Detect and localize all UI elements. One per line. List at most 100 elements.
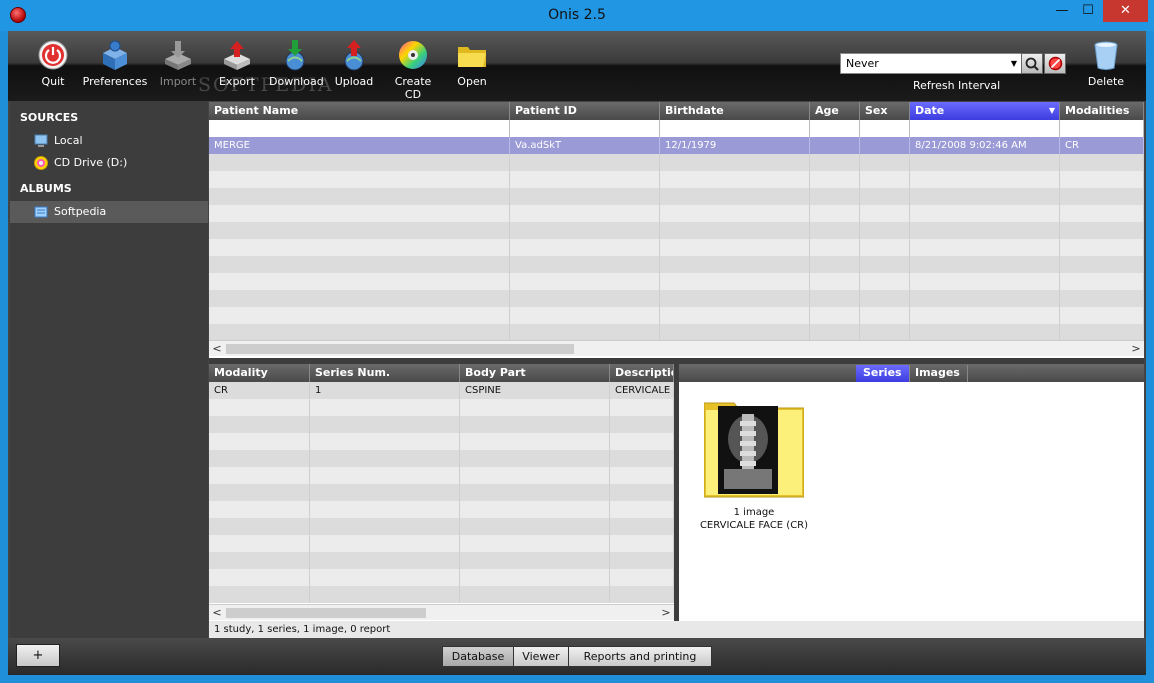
table-row[interactable]: CR 1 CSPINE CERVICALE <box>209 382 674 399</box>
table-cell <box>460 569 610 586</box>
table-cell <box>510 256 660 273</box>
empty-row[interactable] <box>209 535 674 552</box>
search-button[interactable] <box>1021 53 1043 74</box>
filter-cell[interactable] <box>910 120 1060 137</box>
table-cell <box>660 188 810 205</box>
empty-row[interactable] <box>209 188 1144 205</box>
column-age[interactable]: Age <box>810 102 860 120</box>
upload-button[interactable]: Upload <box>332 39 376 88</box>
scroll-left-icon[interactable]: < <box>209 605 225 621</box>
create-cd-button[interactable]: Create CD <box>386 39 440 101</box>
table-cell <box>810 188 860 205</box>
empty-row[interactable] <box>209 205 1144 222</box>
column-sex[interactable]: Sex <box>860 102 910 120</box>
quit-button[interactable]: Quit <box>34 39 72 88</box>
refresh-interval-select[interactable]: Never ▼ <box>840 53 1022 74</box>
filter-cell[interactable] <box>209 120 510 137</box>
empty-row[interactable] <box>209 154 1144 171</box>
tab-series[interactable]: Series <box>856 365 910 382</box>
empty-row[interactable] <box>209 484 674 501</box>
scrollbar-thumb[interactable] <box>226 344 574 354</box>
column-modalities[interactable]: Modalities <box>1060 102 1144 120</box>
import-button[interactable]: Import <box>156 39 200 88</box>
column-patient-name[interactable]: Patient Name <box>209 102 510 120</box>
scroll-left-icon[interactable]: < <box>209 341 225 357</box>
column-description[interactable]: Descriptio <box>610 364 674 382</box>
sidebar-item-softpedia[interactable]: Softpedia <box>10 201 208 223</box>
close-button[interactable]: ✕ <box>1103 0 1148 22</box>
table-cell <box>209 171 510 188</box>
column-modality[interactable]: Modality <box>209 364 310 382</box>
scrollbar-thumb[interactable] <box>226 608 426 618</box>
create-cd-label: Create CD <box>394 75 432 101</box>
studies-horizontal-scrollbar[interactable]: < > <box>209 340 1144 356</box>
empty-row[interactable] <box>209 501 674 518</box>
preferences-button[interactable]: Preferences <box>80 39 150 88</box>
filter-cell[interactable] <box>1060 120 1144 137</box>
empty-row[interactable] <box>209 256 1144 273</box>
column-series-num[interactable]: Series Num. <box>310 364 460 382</box>
sidebar-item-cd-drive[interactable]: CD Drive (D:) <box>10 152 208 174</box>
table-row[interactable]: MERGE Va.adSkT 12/1/1979 8/21/2008 9:02:46 … <box>209 137 1144 154</box>
empty-row[interactable] <box>209 450 674 467</box>
import-icon <box>162 39 194 71</box>
sidebar-item-local[interactable]: Local <box>10 130 208 152</box>
empty-row[interactable] <box>209 290 1144 307</box>
table-cell <box>660 222 810 239</box>
table-cell <box>460 399 610 416</box>
filter-row[interactable] <box>209 120 1144 137</box>
empty-row[interactable] <box>209 552 674 569</box>
empty-row[interactable] <box>209 586 674 603</box>
empty-row[interactable] <box>209 433 674 450</box>
scroll-right-icon[interactable]: > <box>658 605 674 621</box>
column-birthdate[interactable]: Birthdate <box>660 102 810 120</box>
table-cell <box>860 324 910 341</box>
empty-row[interactable] <box>209 171 1144 188</box>
empty-row[interactable] <box>209 467 674 484</box>
delete-button[interactable]: Delete <box>1086 39 1126 88</box>
empty-row[interactable] <box>209 307 1144 324</box>
table-cell: Va.adSkT <box>510 137 660 154</box>
tab-database[interactable]: Database <box>442 646 514 667</box>
column-body-part[interactable]: Body Part <box>460 364 610 382</box>
column-patient-id[interactable]: Patient ID <box>510 102 660 120</box>
filter-cell[interactable] <box>810 120 860 137</box>
table-cell: MERGE <box>209 137 510 154</box>
main-frame: Quit Preferences Import Export Download <box>8 31 1146 675</box>
filter-cell[interactable] <box>660 120 810 137</box>
column-date[interactable]: Date ▼ <box>910 102 1060 120</box>
scroll-right-icon[interactable]: > <box>1128 341 1144 357</box>
series-horizontal-scrollbar[interactable]: < > <box>209 604 674 620</box>
empty-row[interactable] <box>209 569 674 586</box>
table-cell <box>310 467 460 484</box>
open-button[interactable]: Open <box>454 39 490 88</box>
title-bar: Onis 2.5 — ☐ ✕ <box>0 0 1154 31</box>
dropdown-arrow-icon: ▼ <box>1010 59 1017 68</box>
table-cell <box>209 416 310 433</box>
cd-icon <box>397 39 429 71</box>
empty-row[interactable] <box>209 518 674 535</box>
empty-row[interactable] <box>209 399 674 416</box>
table-cell <box>460 586 610 603</box>
empty-row[interactable] <box>209 324 1144 341</box>
minimize-button[interactable]: — <box>1049 0 1075 22</box>
tab-images[interactable]: Images <box>908 365 968 382</box>
empty-row[interactable] <box>209 239 1144 256</box>
series-thumbnail[interactable] <box>703 399 805 499</box>
filter-cell[interactable] <box>510 120 660 137</box>
table-cell <box>1060 290 1144 307</box>
empty-row[interactable] <box>209 273 1144 290</box>
tab-viewer[interactable]: Viewer <box>513 646 569 667</box>
tab-reports[interactable]: Reports and printing <box>568 646 712 667</box>
maximize-button[interactable]: ☐ <box>1075 0 1101 22</box>
table-cell <box>460 552 610 569</box>
search-icon <box>1025 57 1039 71</box>
stop-button[interactable] <box>1044 53 1066 74</box>
table-cell <box>510 171 660 188</box>
filter-cell[interactable] <box>860 120 910 137</box>
table-cell <box>209 450 310 467</box>
empty-row[interactable] <box>209 222 1144 239</box>
table-cell <box>660 273 810 290</box>
add-button[interactable]: + <box>16 644 60 667</box>
empty-row[interactable] <box>209 416 674 433</box>
